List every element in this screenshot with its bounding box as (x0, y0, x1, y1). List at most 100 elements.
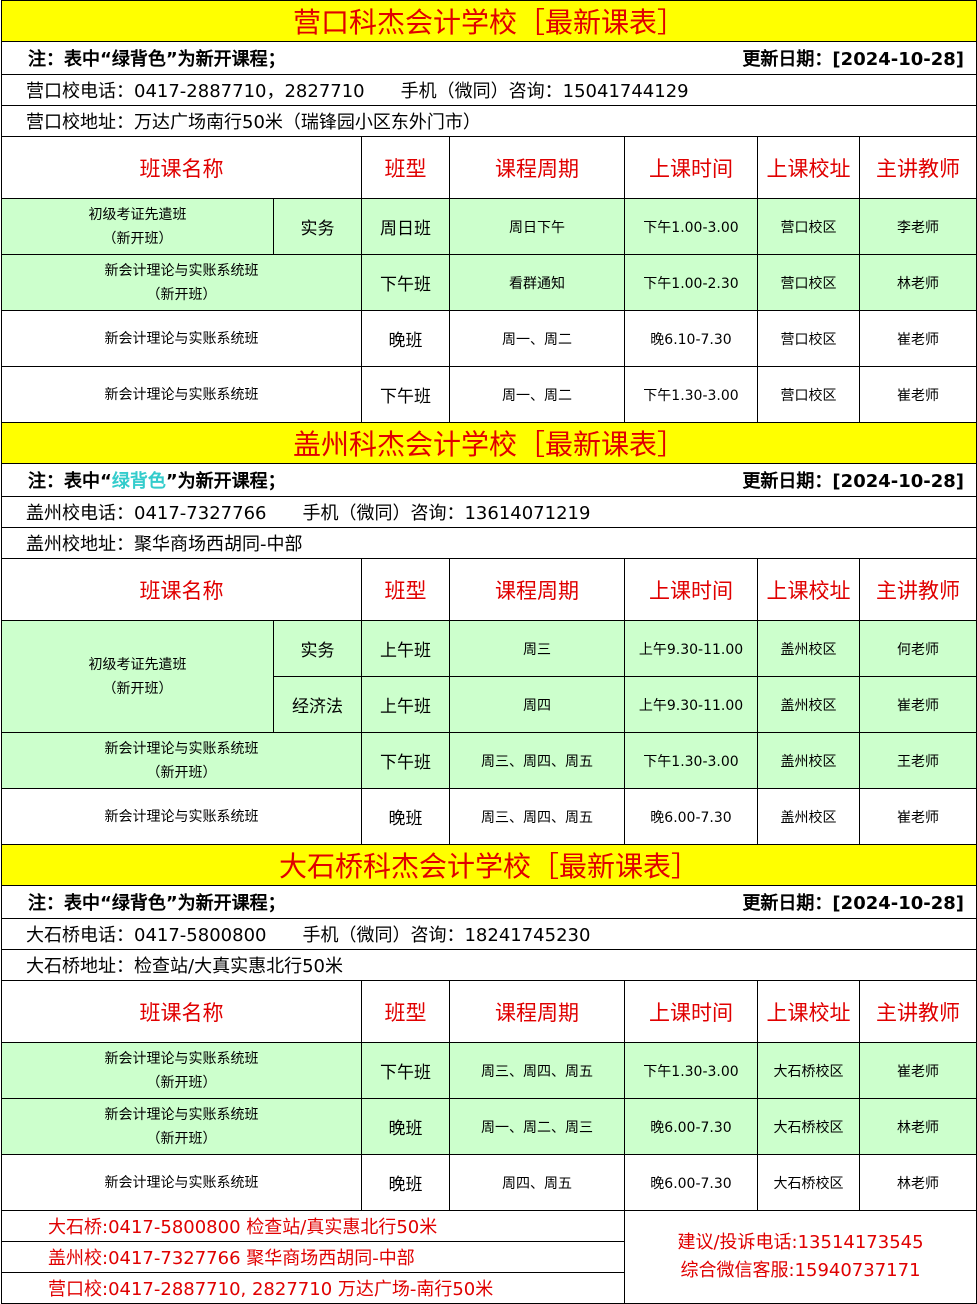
class-type: 下午班 (361, 732, 450, 789)
header-time: 上课时间 (624, 980, 758, 1043)
campus: 营口校区 (757, 310, 860, 367)
header-period: 课程周期 (449, 136, 625, 199)
class-type: 周日班 (361, 198, 450, 255)
table-row: 新会计理论与实账系统班 （新开班） 晚班 周一、周二、周三 晚6.00-7.30 … (1, 1098, 977, 1155)
teacher: 崔老师 (858, 310, 977, 367)
table-row: 新会计理论与实账系统班 （新开班） 下午班 周三、周四、周五 下午1.30-3.0… (1, 732, 977, 789)
header-name: 班课名称 (1, 558, 362, 621)
campus: 营口校区 (757, 198, 860, 255)
class-time: 晚6.00-7.30 (624, 1154, 758, 1211)
header-period: 课程周期 (449, 558, 625, 621)
course-period: 周三、周四、周五 (449, 788, 625, 845)
course-period: 周日下午 (449, 198, 625, 255)
yingkou-phone: 营口校电话：0417-2887710，2827710 手机（微同）咨询：1504… (0, 74, 977, 106)
table-header: 班课名称 班型 课程周期 上课时间 上课校址 主讲教师 (1, 558, 977, 621)
update-date: 更新日期：[2024-10-28] (742, 893, 965, 914)
course-name: 新会计理论与实账系统班 （新开班） (1, 254, 362, 311)
campus: 盖州校区 (757, 620, 860, 677)
teacher: 崔老师 (858, 366, 977, 423)
course-name: 新会计理论与实账系统班 (1, 366, 362, 423)
course-name: 新会计理论与实账系统班 （新开班） (1, 732, 362, 789)
course-period: 周一、周二、周三 (449, 1098, 625, 1155)
wechat-service: 综合微信客服:15940737171 (680, 1260, 921, 1281)
class-time: 上午9.30-11.00 (624, 676, 758, 733)
gaizhou-address: 盖州校地址：聚华商场西胡同-中部 (0, 527, 977, 559)
campus: 盖州校区 (757, 788, 860, 845)
course-subject: 实务 (273, 198, 362, 255)
course-period: 周四、周五 (449, 1154, 625, 1211)
class-type: 晚班 (361, 310, 450, 367)
header-teacher: 主讲教师 (858, 136, 977, 199)
dashiqiao-title: 大石桥科杰会计学校［最新课表］ (0, 844, 977, 886)
table-header: 班课名称 班型 课程周期 上课时间 上课校址 主讲教师 (1, 980, 977, 1043)
class-time: 上午9.30-11.00 (624, 620, 758, 677)
course-period: 看群通知 (449, 254, 625, 311)
table-row: 新会计理论与实账系统班 晚班 周三、周四、周五 晚6.00-7.30 盖州校区 … (1, 788, 977, 845)
dashiqiao-address: 大石桥地址：检查站/大真实惠北行50米 (0, 949, 977, 981)
header-type: 班型 (361, 558, 450, 621)
campus: 营口校区 (757, 366, 860, 423)
table-row: 新会计理论与实账系统班 晚班 周一、周二 晚6.10-7.30 营口校区 崔老师 (1, 310, 977, 367)
class-type: 晚班 (361, 1098, 450, 1155)
footer-contact: 建议/投诉电话:13514173545 综合微信客服:15940737171 (623, 1210, 977, 1304)
course-name: 初级考证先遣班 （新开班） (1, 198, 274, 255)
header-teacher: 主讲教师 (858, 558, 977, 621)
header-campus: 上课校址 (757, 980, 860, 1043)
class-time: 晚6.00-7.30 (624, 788, 758, 845)
table-row: 新会计理论与实账系统班 下午班 周一、周二 下午1.30-3.00 营口校区 崔… (1, 366, 977, 423)
class-time: 下午1.30-3.00 (624, 1042, 758, 1099)
gaizhou-note: 注：表中“绿背色”为新开课程； 更新日期：[2024-10-28] (0, 463, 977, 497)
class-time: 下午1.30-3.00 (624, 732, 758, 789)
update-date: 更新日期：[2024-10-28] (742, 49, 965, 70)
complaint-phone: 建议/投诉电话:13514173545 (677, 1232, 924, 1253)
course-period: 周三 (449, 620, 625, 677)
teacher: 崔老师 (858, 788, 977, 845)
course-period: 周三、周四、周五 (449, 732, 625, 789)
class-type: 晚班 (361, 788, 450, 845)
teacher: 李老师 (858, 198, 977, 255)
campus: 大石桥校区 (757, 1098, 860, 1155)
header-name: 班课名称 (1, 980, 362, 1043)
class-type: 下午班 (361, 366, 450, 423)
update-date: 更新日期：[2024-10-28] (742, 471, 965, 492)
teacher: 崔老师 (858, 1042, 977, 1099)
table-row: 初级考证先遣班 （新开班） 实务 周日班 周日下午 下午1.00-3.00 营口校… (1, 198, 977, 255)
footer-gaizhou: 盖州校:0417-7327766 聚华商场西胡同-中部 (1, 1241, 625, 1273)
class-time: 下午1.00-3.00 (624, 198, 758, 255)
teacher: 林老师 (858, 254, 977, 311)
teacher: 何老师 (858, 620, 977, 677)
header-type: 班型 (361, 980, 450, 1043)
table-row: 新会计理论与实账系统班 （新开班） 下午班 周三、周四、周五 下午1.30-3.0… (1, 1042, 977, 1099)
class-time: 晚6.00-7.30 (624, 1098, 758, 1155)
course-period: 周一、周二 (449, 310, 625, 367)
gaizhou-phone: 盖州校电话：0417-7327766 手机（微同）咨询：13614071219 (0, 496, 977, 528)
teacher: 王老师 (858, 732, 977, 789)
yingkou-address: 营口校地址：万达广场南行50米（瑞锋园小区东外门市） (0, 105, 977, 137)
class-type: 上午班 (361, 676, 450, 733)
course-name: 新会计理论与实账系统班 (1, 310, 362, 367)
header-campus: 上课校址 (757, 136, 860, 199)
table-row: 新会计理论与实账系统班 （新开班） 下午班 看群通知 下午1.00-2.30 营口… (1, 254, 977, 311)
teacher: 林老师 (858, 1154, 977, 1211)
table-header: 班课名称 班型 课程周期 上课时间 上课校址 主讲教师 (1, 136, 977, 199)
campus: 大石桥校区 (757, 1154, 860, 1211)
course-subject: 经济法 (273, 676, 362, 733)
yingkou-note: 注：表中“绿背色”为新开课程； 更新日期：[2024-10-28] (0, 41, 977, 75)
course-name: 新会计理论与实账系统班 (1, 788, 362, 845)
course-period: 周四 (449, 676, 625, 733)
header-name: 班课名称 (1, 136, 362, 199)
class-time: 晚6.10-7.30 (624, 310, 758, 367)
dashiqiao-phone: 大石桥电话：0417-5800800 手机（微同）咨询：18241745230 (0, 918, 977, 950)
course-period: 周一、周二 (449, 366, 625, 423)
footer-dashiqiao: 大石桥:0417-5800800 检查站/真实惠北行50米 (1, 1210, 625, 1242)
class-time: 下午1.00-2.30 (624, 254, 758, 311)
table-row: 新会计理论与实账系统班 晚班 周四、周五 晚6.00-7.30 大石桥校区 林老… (1, 1154, 977, 1211)
table-row: 初级考证先遣班 （新开班） 实务 上午班 周三 上午9.30-11.00 盖州校区… (1, 620, 977, 733)
course-period: 周三、周四、周五 (449, 1042, 625, 1099)
course-name: 初级考证先遣班 （新开班） (1, 620, 274, 733)
header-type: 班型 (361, 136, 450, 199)
class-type: 下午班 (361, 1042, 450, 1099)
header-campus: 上课校址 (757, 558, 860, 621)
campus: 盖州校区 (757, 732, 860, 789)
yingkou-title: 营口科杰会计学校［最新课表］ (0, 0, 977, 42)
